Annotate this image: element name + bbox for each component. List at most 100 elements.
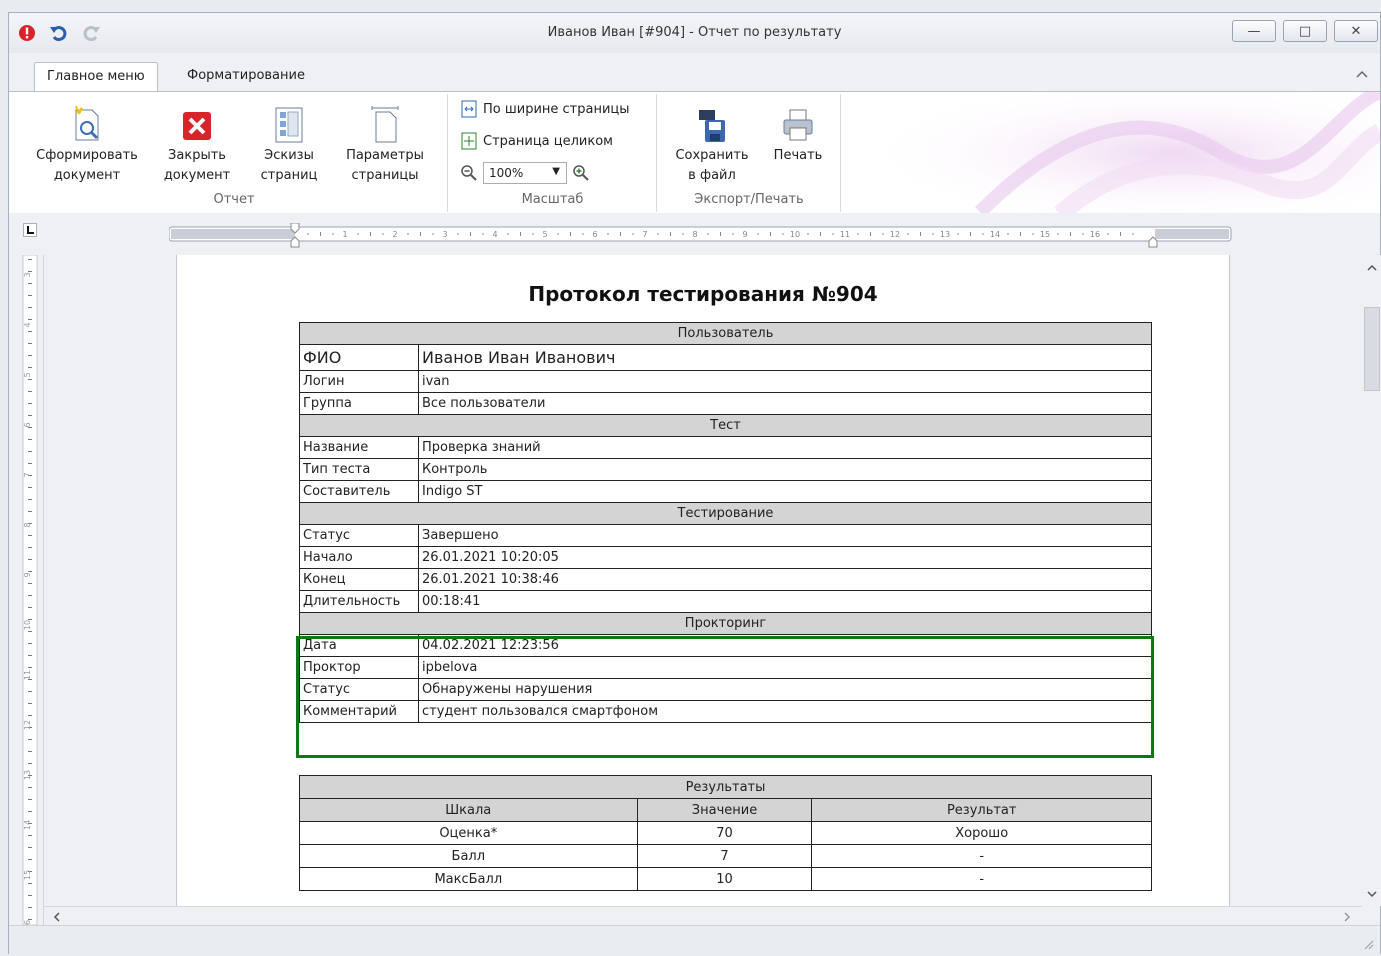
field-value: студент пользовался смартфоном xyxy=(418,700,1152,723)
result-cell: МаксБалл xyxy=(299,867,638,891)
table-row: Статус Обнаружены нарушения xyxy=(299,678,1152,701)
vruler-tick xyxy=(28,259,32,260)
vertical-scroll-thumb[interactable] xyxy=(1364,307,1380,391)
generate-document-button[interactable]: Сформировать документ xyxy=(25,106,149,186)
ruler-number: 15 xyxy=(1040,230,1050,239)
ruler-tick xyxy=(1007,233,1009,235)
table-row: Проктор ipbelova xyxy=(299,656,1152,679)
group-label-export: Экспорт/Печать xyxy=(694,192,804,207)
document-title: Протокол тестирования №904 xyxy=(528,282,878,306)
vruler-tick xyxy=(28,811,32,812)
table-row: Статус Завершено xyxy=(299,524,1152,547)
save-to-file-button[interactable]: Сохранить в файл xyxy=(669,106,755,186)
maximize-icon: □ xyxy=(1298,23,1312,39)
results-header-row: Результаты xyxy=(299,775,1152,799)
scroll-right-icon[interactable] xyxy=(1342,911,1352,923)
close-icon: ✕ xyxy=(1350,23,1362,39)
table-row: Комментарий студент пользовался смартфоно… xyxy=(299,700,1152,723)
ruler-number: 16 xyxy=(1090,230,1100,239)
zoom-select[interactable]: 100% ▼ xyxy=(483,162,567,184)
field-value: Все пользователи xyxy=(418,392,1152,415)
ruler-tick xyxy=(857,233,859,235)
vruler-tick xyxy=(28,271,32,272)
field-key: Логин xyxy=(299,370,419,393)
vruler-tick xyxy=(28,583,32,584)
vruler-tick xyxy=(28,751,32,752)
field-value: 00:18:41 xyxy=(418,590,1152,613)
section-header-label: Прокторинг xyxy=(299,612,1152,635)
minimize-icon: — xyxy=(1247,23,1261,39)
vruler-tick xyxy=(28,283,32,284)
maximize-button[interactable]: □ xyxy=(1283,20,1327,42)
ruler-tick xyxy=(432,233,434,235)
ruler-tick xyxy=(557,233,559,235)
field-value: Проверка знаний xyxy=(418,436,1152,459)
ruler-tick xyxy=(532,233,534,235)
zoom-in-icon[interactable] xyxy=(572,164,590,182)
vruler-number: 15 xyxy=(23,870,32,880)
close-window-button[interactable]: ✕ xyxy=(1334,20,1378,42)
table-row: ФИО Иванов Иван Иванович xyxy=(299,344,1152,371)
whole-page-label: Страница целиком xyxy=(483,133,613,149)
ruler-tick xyxy=(870,232,871,236)
page-thumbnails-button[interactable]: Эскизы страниц xyxy=(254,106,324,186)
vruler-tick xyxy=(28,847,32,848)
fit-width-icon xyxy=(461,100,477,118)
field-value: 04.02.2021 12:23:56 xyxy=(418,634,1152,657)
vertical-scrollbar[interactable] xyxy=(1362,255,1381,906)
results-header: Результаты xyxy=(299,775,1152,799)
generate-document-icon xyxy=(75,106,99,141)
zoom-out-icon[interactable] xyxy=(460,164,478,182)
vruler-number: 3 xyxy=(23,272,32,277)
resize-grip-icon[interactable] xyxy=(1362,938,1374,950)
document-workspace[interactable]: Протокол тестирования №904 Пользователь Ф… xyxy=(44,255,1362,906)
vruler-tick xyxy=(28,403,32,404)
ruler-tick xyxy=(307,233,309,235)
group-separator xyxy=(447,94,448,212)
page-setup-button[interactable]: Параметры страницы xyxy=(335,106,435,186)
vruler-tick xyxy=(28,511,32,512)
close-document-button[interactable]: Закрыть документ xyxy=(157,106,237,186)
minimize-button[interactable]: — xyxy=(1232,20,1276,42)
ruler-number: 6 xyxy=(592,230,597,239)
tab-stop-selector[interactable] xyxy=(23,223,37,237)
whole-page-button[interactable]: Страница целиком xyxy=(460,132,613,150)
collapse-ribbon-icon[interactable] xyxy=(1355,70,1369,80)
table-row: Название Проверка знаний xyxy=(299,436,1152,459)
horizontal-scrollbar[interactable] xyxy=(44,906,1362,926)
tab-formatting[interactable]: Форматирование xyxy=(175,62,317,91)
vruler-tick xyxy=(28,391,32,392)
vruler-tick xyxy=(28,607,32,608)
vruler-tick xyxy=(28,715,32,716)
section-header-proctoring: Прокторинг xyxy=(299,612,1152,635)
ruler-tick xyxy=(882,233,884,235)
ruler-tick xyxy=(932,233,934,235)
section-header-label: Тест xyxy=(299,414,1152,437)
scroll-down-icon[interactable] xyxy=(1366,889,1378,899)
ribbon-tabs: Главное меню Форматирование xyxy=(9,53,1380,91)
scroll-up-icon[interactable] xyxy=(1366,263,1378,273)
table-row: МаксБалл 10- xyxy=(299,867,1152,891)
vruler-tick xyxy=(28,343,32,344)
fit-page-width-button[interactable]: По ширине страницы xyxy=(460,100,630,118)
results-table: Результаты Шкала Значение Результат Оценка* 7… xyxy=(299,775,1152,891)
ruler-tick xyxy=(420,232,421,236)
ruler-tick xyxy=(970,232,971,236)
field-key: Статус xyxy=(299,524,419,547)
section-header-label: Пользователь xyxy=(299,322,1152,345)
field-key: Составитель xyxy=(299,480,419,503)
ruler-number: 11 xyxy=(840,230,850,239)
table-row: Составитель Indigo ST xyxy=(299,480,1152,503)
ruler-tick xyxy=(482,233,484,235)
zoom-controls: 100% ▼ xyxy=(460,162,590,184)
scroll-left-icon[interactable] xyxy=(52,911,62,923)
field-value: 26.01.2021 10:38:46 xyxy=(418,568,1152,591)
print-button[interactable]: Печать xyxy=(763,106,833,166)
vruler-tick xyxy=(28,919,32,920)
tab-left-icon xyxy=(27,226,34,234)
field-key: Комментарий xyxy=(299,700,419,723)
tab-main-menu[interactable]: Главное меню xyxy=(34,62,158,91)
ruler-tick xyxy=(332,233,334,235)
ruler-tick xyxy=(720,232,721,236)
field-key: Длительность xyxy=(299,590,419,613)
